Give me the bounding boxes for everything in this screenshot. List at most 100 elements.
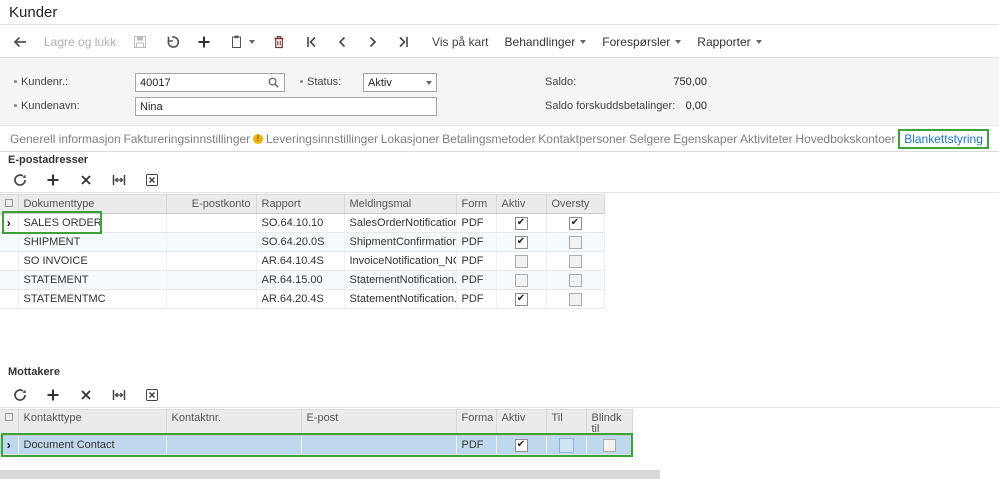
refresh-icon[interactable] <box>12 172 28 188</box>
cell-overstyr[interactable] <box>546 252 604 271</box>
row-selector[interactable] <box>0 290 18 309</box>
column-header-aktiv[interactable]: Aktiv <box>496 410 546 436</box>
tab-faktureringsinnstillinger[interactable]: Faktureringsinnstillinger <box>123 129 250 149</box>
cell-aktiv[interactable] <box>496 214 546 233</box>
cell-aktiv[interactable] <box>496 233 546 252</box>
table-row[interactable]: ›Document Contact PDF <box>0 436 632 455</box>
cell-epostkonto[interactable] <box>166 233 256 252</box>
cell-overstyr[interactable] <box>546 233 604 252</box>
delete-row-icon[interactable] <box>78 387 94 403</box>
column-header-meldingsmal[interactable]: Meldingsmal <box>344 195 456 214</box>
table-row[interactable]: STATEMENTAR.64.15.00StatementNotificatio… <box>0 271 604 290</box>
table-row[interactable]: STATEMENTMCAR.64.20.4SStatementNotificat… <box>0 290 604 309</box>
cell-meldingsmal[interactable]: InvoiceNotification_NO <box>344 252 456 271</box>
behandlinger-menu[interactable]: Behandlinger <box>505 35 587 49</box>
column-header-kontaktnr-[interactable]: Kontaktnr. <box>166 410 301 436</box>
cell-aktiv[interactable] <box>496 436 546 455</box>
row-selector[interactable] <box>0 252 18 271</box>
save-close-button[interactable]: Lagre og lukk <box>44 35 116 49</box>
checkbox-overstyr[interactable] <box>569 274 582 287</box>
cell-dokumenttype[interactable]: SALES ORDER <box>18 214 166 233</box>
status-select[interactable]: Aktiv <box>363 73 437 92</box>
back-icon[interactable] <box>12 34 28 50</box>
search-icon[interactable] <box>267 76 280 89</box>
checkbox-aktiv[interactable] <box>515 274 528 287</box>
tab-betalingsmetoder[interactable]: Betalingsmetoder <box>442 129 535 149</box>
table-row[interactable]: SO INVOICEAR.64.10.4SInvoiceNotification… <box>0 252 604 271</box>
cell-dokumenttype[interactable]: STATEMENT <box>18 271 166 290</box>
checkbox-overstyr[interactable] <box>569 255 582 268</box>
rapporter-menu[interactable]: Rapporter <box>697 35 761 49</box>
row-selector[interactable] <box>0 271 18 290</box>
refresh-icon[interactable] <box>12 387 28 403</box>
cell-form[interactable]: PDF <box>456 271 496 290</box>
column-header-form[interactable]: Form <box>456 195 496 214</box>
undo-icon[interactable] <box>164 34 180 50</box>
cell-kontaktnr[interactable] <box>166 436 301 455</box>
cell-blindk-til[interactable] <box>586 436 632 455</box>
column-header-aktiv[interactable]: Aktiv <box>496 195 546 214</box>
grid-settings-icon[interactable] <box>5 199 13 207</box>
checkbox-til[interactable] <box>559 438 574 453</box>
cell-kontakttype[interactable]: Document Contact <box>18 436 166 455</box>
row-selector[interactable]: › <box>0 214 18 233</box>
cell-epostkonto[interactable] <box>166 290 256 309</box>
cell-aktiv[interactable] <box>496 252 546 271</box>
go-previous-icon[interactable] <box>334 34 350 50</box>
checkbox-aktiv[interactable] <box>515 439 528 452</box>
foresporsler-menu[interactable]: Forespørsler <box>602 35 681 49</box>
cell-dokumenttype[interactable]: SHIPMENT <box>18 233 166 252</box>
cell-meldingsmal[interactable]: ShipmentConfirmation... <box>344 233 456 252</box>
cell-form[interactable]: PDF <box>456 252 496 271</box>
checkbox-aktiv[interactable] <box>515 255 528 268</box>
checkbox-aktiv[interactable] <box>515 236 528 249</box>
cell-rapport[interactable]: AR.64.20.4S <box>256 290 344 309</box>
tab-leveringsinnstillinger[interactable]: Leveringsinnstillinger <box>253 129 378 149</box>
table-row[interactable]: SHIPMENTSO.64.20.0SShipmentConfirmation.… <box>0 233 604 252</box>
add-row-icon[interactable] <box>45 172 61 188</box>
cell-form[interactable]: PDF <box>456 290 496 309</box>
tab-blankettstyring[interactable]: Blankettstyring <box>898 129 989 149</box>
column-header-oversty[interactable]: Oversty <box>546 195 604 214</box>
cell-meldingsmal[interactable]: StatementNotification... <box>344 271 456 290</box>
checkbox-overstyr[interactable] <box>569 236 582 249</box>
cell-forma[interactable]: PDF <box>456 436 496 455</box>
cell-meldingsmal[interactable]: SalesOrderNotification <box>344 214 456 233</box>
cell-aktiv[interactable] <box>496 290 546 309</box>
cell-rapport[interactable]: SO.64.10.10 <box>256 214 344 233</box>
grid-settings-icon[interactable] <box>5 413 13 421</box>
delete-icon[interactable] <box>271 34 287 50</box>
column-header-e-postkonto[interactable]: E-postkonto <box>166 195 256 214</box>
checkbox-aktiv[interactable] <box>515 293 528 306</box>
column-header-blindk-til[interactable]: Blindk til <box>586 410 632 436</box>
cell-dokumenttype[interactable]: STATEMENTMC <box>18 290 166 309</box>
column-header-til[interactable]: Til <box>546 410 586 436</box>
column-header-e-post[interactable]: E-post <box>301 410 456 436</box>
tab-egenskaper[interactable]: Egenskaper <box>673 129 737 149</box>
fit-width-icon[interactable] <box>111 387 127 403</box>
add-icon[interactable] <box>196 34 212 50</box>
column-header-rapport[interactable]: Rapport <box>256 195 344 214</box>
copy-paste-icon[interactable] <box>228 34 255 50</box>
cell-epost[interactable] <box>301 436 456 455</box>
cell-dokumenttype[interactable]: SO INVOICE <box>18 252 166 271</box>
cell-form[interactable]: PDF <box>456 214 496 233</box>
vis-pa-kart-button[interactable]: Vis på kart <box>432 35 488 49</box>
cell-epostkonto[interactable] <box>166 271 256 290</box>
fit-width-icon[interactable] <box>111 172 127 188</box>
kundenr-input[interactable]: 40017 <box>135 73 285 92</box>
add-row-icon[interactable] <box>45 387 61 403</box>
go-next-icon[interactable] <box>365 34 381 50</box>
export-excel-icon[interactable] <box>144 387 160 403</box>
go-last-icon[interactable] <box>396 34 412 50</box>
tab-hovedbokskontoer[interactable]: Hovedbokskontoer <box>795 129 895 149</box>
tab-generell-informasjon[interactable]: Generell informasjon <box>10 129 121 149</box>
cell-aktiv[interactable] <box>496 271 546 290</box>
row-selector[interactable] <box>0 233 18 252</box>
row-selector[interactable]: › <box>0 436 18 455</box>
tab-aktiviteter[interactable]: Aktiviteter <box>740 129 793 149</box>
cell-overstyr[interactable] <box>546 290 604 309</box>
kundenavn-input[interactable]: Nina <box>135 97 437 116</box>
tab-lokasjoner[interactable]: Lokasjoner <box>381 129 440 149</box>
go-first-icon[interactable] <box>303 34 319 50</box>
